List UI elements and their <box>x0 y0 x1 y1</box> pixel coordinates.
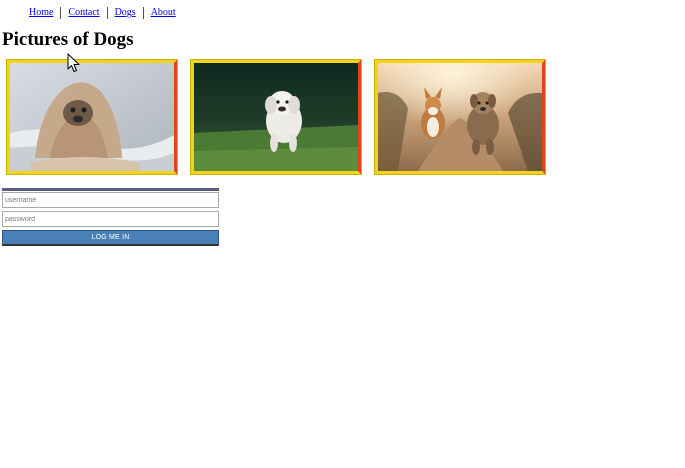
two-dogs-photo <box>378 63 542 171</box>
nav-link-about[interactable]: About <box>144 7 183 19</box>
page: Home Contact Dogs About Pictures of Dogs <box>0 0 685 468</box>
login-form: LOG ME IN <box>2 188 219 246</box>
nav-link-dogs[interactable]: Dogs <box>108 7 144 19</box>
username-input[interactable] <box>2 192 219 208</box>
page-title: Pictures of Dogs <box>2 29 134 50</box>
nav-link-home[interactable]: Home <box>29 7 62 19</box>
pug-photo <box>10 63 174 171</box>
dog-photo-frame-1 <box>6 59 178 175</box>
dog-photo-frame-2 <box>190 59 362 175</box>
dog-photo-frame-3 <box>374 59 546 175</box>
white-dog-photo <box>194 63 358 171</box>
password-input[interactable] <box>2 211 219 227</box>
log-me-in-button[interactable]: LOG ME IN <box>2 230 219 246</box>
top-nav: Home Contact Dogs About <box>29 6 183 20</box>
nav-link-contact[interactable]: Contact <box>61 7 108 19</box>
